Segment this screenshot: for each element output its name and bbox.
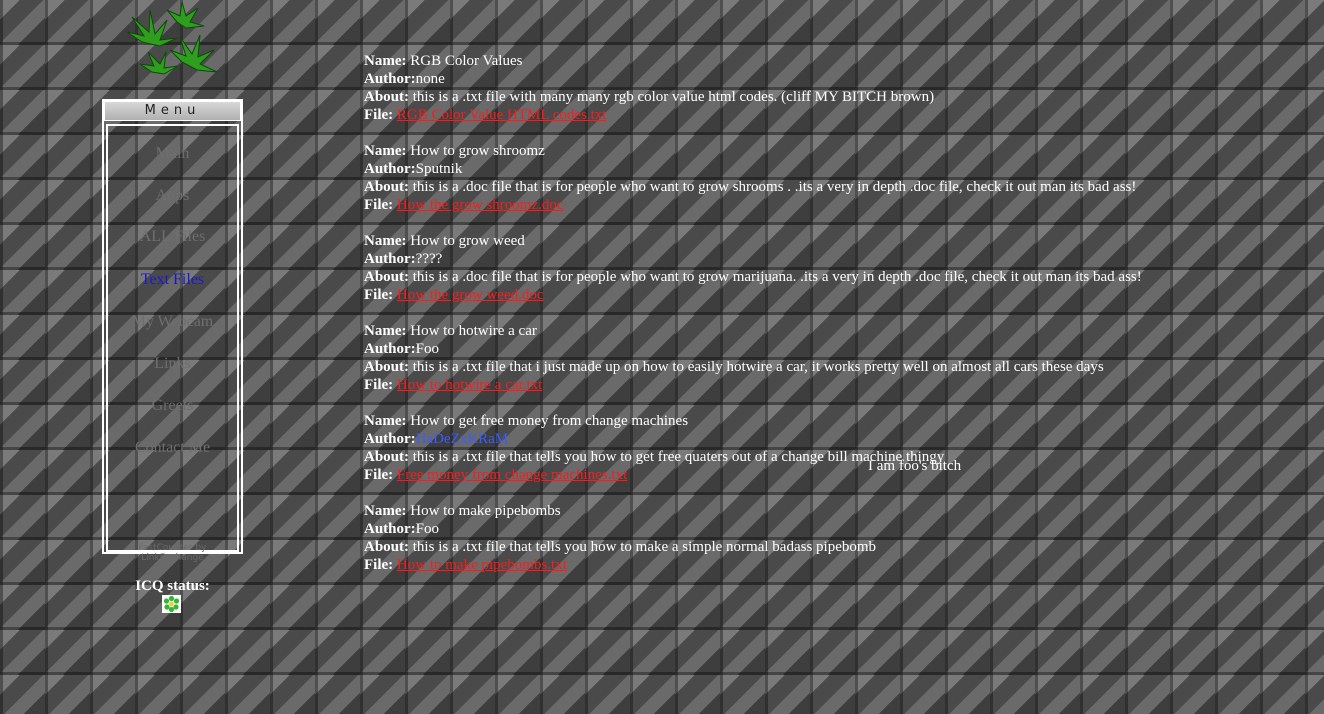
about-line: About: this is a .txt file that tells yo…	[364, 448, 1304, 466]
file-line: File: Free money from change machines.tx…	[364, 466, 1304, 484]
file-line: File: RGB Color Value HTML codes.txt	[364, 106, 1304, 124]
file-label: File:	[364, 377, 394, 393]
file-entry: Name: RGB Color Values Author:none About: …	[364, 52, 1304, 124]
file-label: File:	[364, 197, 394, 213]
file-label: File:	[364, 467, 394, 483]
name-value: How to make pipebombs	[410, 503, 561, 519]
file-download-link[interactable]: RGB Color Value HTML codes.txt	[397, 107, 607, 123]
author-label: Author:	[364, 251, 416, 267]
author-line: Author:????	[364, 250, 1304, 268]
file-download-link[interactable]: Free money from change machines.txt	[397, 467, 627, 483]
menu-item-text-files[interactable]: Text Files	[106, 271, 239, 289]
author-value: ????	[415, 251, 443, 267]
author-line: Author:Foo	[364, 340, 1304, 358]
author-label: Author:	[364, 71, 416, 87]
name-line: Name: How to grow weed	[364, 232, 1304, 250]
file-label: File:	[364, 557, 394, 573]
file-download-link[interactable]: How the grow shroomz.doc	[397, 197, 564, 213]
about-value: this is a .txt file that tells you how t…	[412, 539, 877, 555]
author-label: Author:	[364, 521, 416, 537]
menu-item-apps[interactable]: Apps	[106, 187, 239, 205]
name-label: Name:	[364, 503, 407, 519]
file-download-link[interactable]: How to make pipebombs.txt	[397, 557, 567, 573]
icq-status-label: ICQ status:	[135, 578, 210, 594]
file-line: File: How the grow shroomz.doc	[364, 196, 1304, 214]
file-label: File:	[364, 287, 394, 303]
author-value: none	[415, 71, 445, 87]
about-line: About: this is a .txt file that i just m…	[364, 358, 1304, 376]
author-line: Author:Sputnik	[364, 160, 1304, 178]
name-label: Name:	[364, 233, 407, 249]
author-label: Author:	[364, 431, 416, 447]
file-entry: Name: How to hotwire a car Author:Foo Abou…	[364, 322, 1304, 394]
about-value: this is a .txt file that i just made up …	[412, 359, 1104, 375]
menu-item-contact-me[interactable]: Contact Me	[106, 439, 239, 457]
about-label: About:	[364, 539, 410, 555]
hit-counter[interactable]: FastCounter by LinkExchange	[106, 543, 239, 563]
about-label: About:	[364, 179, 410, 195]
menu-item-all-files[interactable]: ALL Files	[106, 228, 239, 246]
file-entry: Name: How to make pipebombs Author:Foo Abo…	[364, 502, 1304, 574]
name-line: Name: How to grow shroomz	[364, 142, 1304, 160]
file-download-link[interactable]: How to hotwire a car.txt	[397, 377, 542, 393]
name-label: Name:	[364, 53, 407, 69]
about-line: About: this is a .txt file that tells yo…	[364, 538, 1304, 556]
author-link[interactable]: HaDeZxKRaM	[416, 431, 508, 447]
overlay-note: I am foo's bitch	[868, 458, 962, 474]
author-label: Author:	[364, 341, 416, 357]
name-value: RGB Color Values	[410, 53, 523, 69]
name-label: Name:	[364, 413, 407, 429]
about-value: this is a .doc file that is for people w…	[412, 269, 1142, 285]
name-label: Name:	[364, 143, 407, 159]
name-line: Name: How to get free money from change …	[364, 412, 1304, 430]
file-list: Name: RGB Color Values Author:none About: …	[364, 52, 1304, 592]
name-line: Name: How to hotwire a car	[364, 322, 1304, 340]
about-line: About: this is a .doc file that is for p…	[364, 268, 1304, 286]
author-value: Foo	[415, 521, 440, 537]
about-value: this is a .doc file that is for people w…	[412, 179, 1137, 195]
menu-item-my-webcam[interactable]: My Webcam	[106, 313, 239, 331]
file-line: File: How to hotwire a car.txt	[364, 376, 1304, 394]
name-line: Name: RGB Color Values	[364, 52, 1304, 70]
author-line: Author:none	[364, 70, 1304, 88]
file-line: File: How the grow weed.doc	[364, 286, 1304, 304]
about-line: About: this is a .txt file with many man…	[364, 88, 1304, 106]
name-value: How to grow weed	[410, 233, 525, 249]
name-label: Name:	[364, 323, 407, 339]
about-line: About: this is a .doc file that is for p…	[364, 178, 1304, 196]
about-label: About:	[364, 359, 410, 375]
author-line: Author:Foo	[364, 520, 1304, 538]
name-line: Name: How to make pipebombs	[364, 502, 1304, 520]
about-value: this is a .txt file with many many rgb c…	[412, 89, 935, 105]
menu-title: Menu	[104, 101, 241, 121]
about-value: this is a .txt file that tells you how t…	[412, 449, 945, 465]
file-entry: Name: How to get free money from change …	[364, 412, 1304, 484]
file-line: File: How to make pipebombs.txt	[364, 556, 1304, 574]
name-value: How to hotwire a car	[410, 323, 537, 339]
menu-item-links[interactable]: Links	[106, 355, 239, 373]
cannabis-leaves-logo	[126, 2, 218, 75]
about-label: About:	[364, 89, 410, 105]
about-label: About:	[364, 449, 410, 465]
icq-flower-icon[interactable]	[162, 595, 181, 613]
author-value: Foo	[415, 341, 440, 357]
author-label: Author:	[364, 161, 416, 177]
file-entry: Name: How to grow weed Author:???? About: …	[364, 232, 1304, 304]
menu-item-main[interactable]: Main	[106, 145, 239, 163]
author-value: Sputnik	[415, 161, 463, 177]
menu-item-greets[interactable]: Greets	[106, 397, 239, 415]
file-label: File:	[364, 107, 394, 123]
about-label: About:	[364, 269, 410, 285]
file-download-link[interactable]: How the grow weed.doc	[397, 287, 544, 303]
author-line: Author:HaDeZxKRaM	[364, 430, 1304, 448]
file-entry: Name: How to grow shroomz Author:Sputnik A…	[364, 142, 1304, 214]
name-value: How to grow shroomz	[410, 143, 545, 159]
name-value: How to get free money from change machin…	[410, 413, 689, 429]
